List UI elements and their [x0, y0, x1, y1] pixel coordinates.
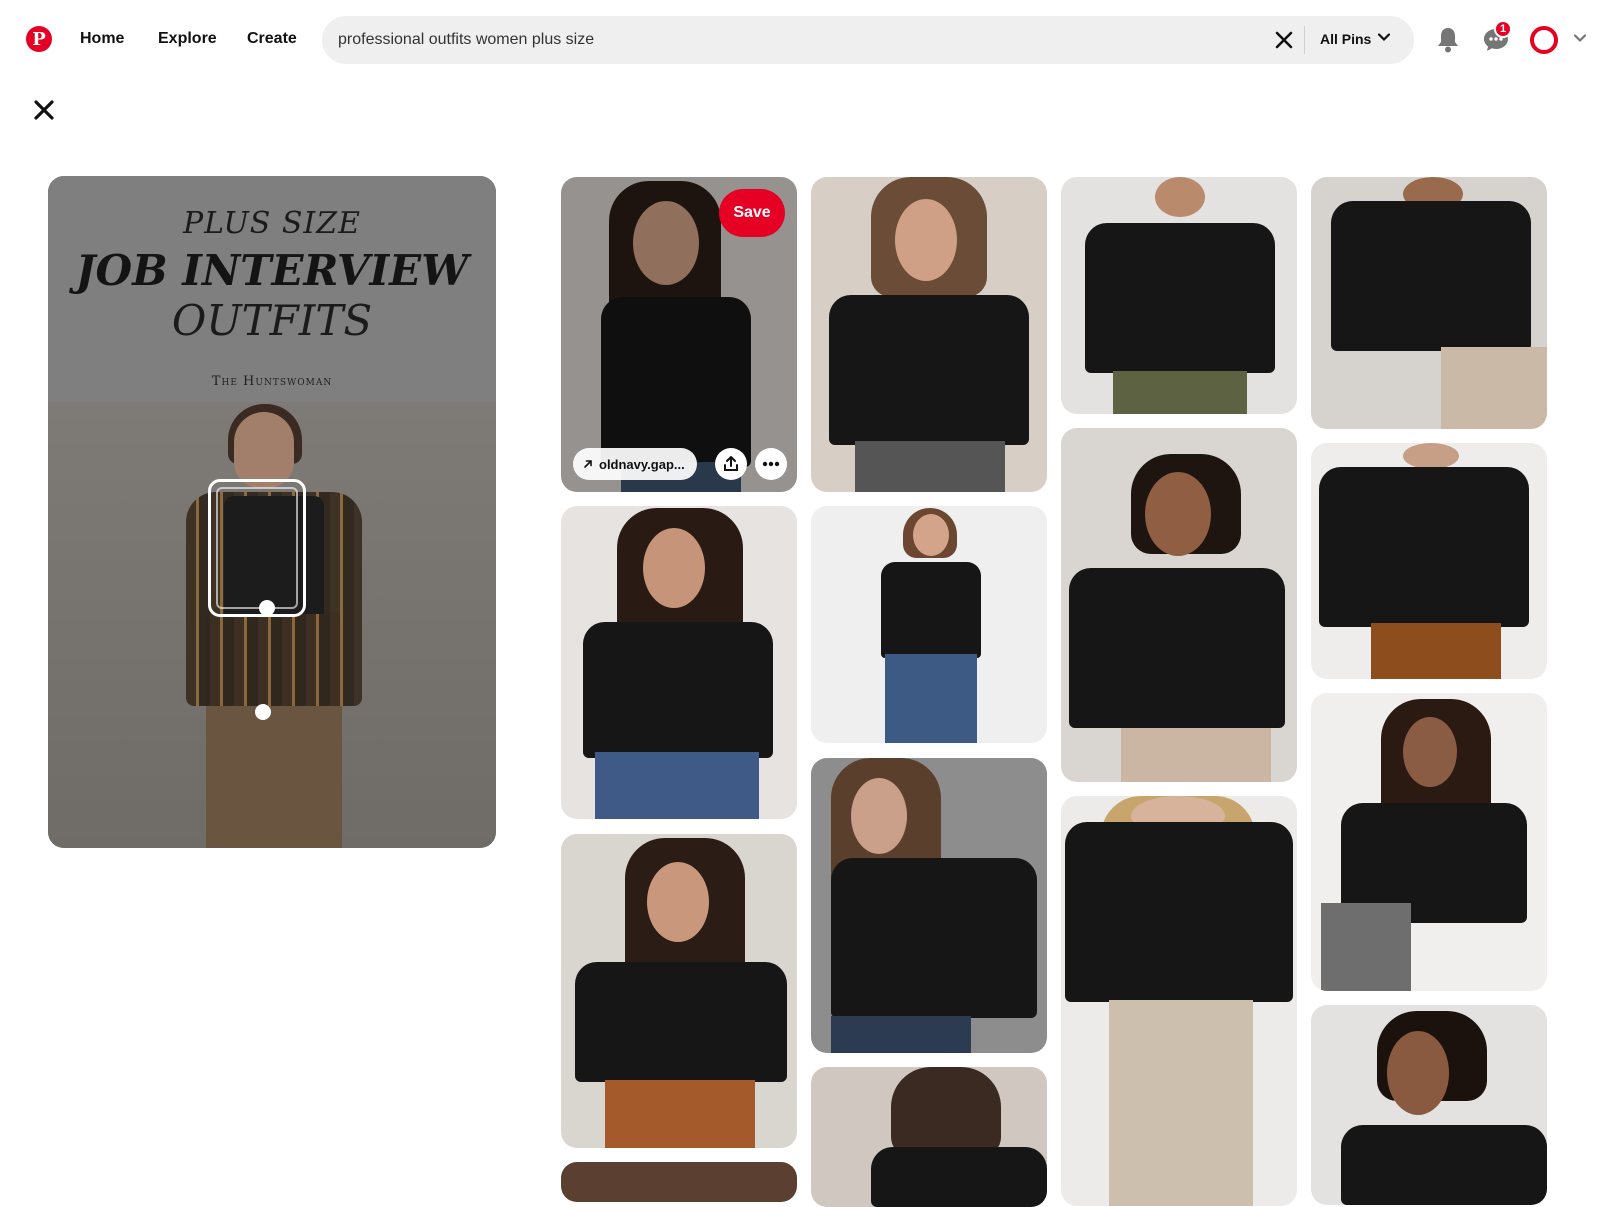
- black-tshirt: [1085, 223, 1275, 373]
- pin-card[interactable]: [1061, 796, 1297, 1206]
- top-nav-bar: P Home Explore Create professional outfi…: [0, 0, 1600, 80]
- model-hair: [891, 1067, 1001, 1157]
- pin-card[interactable]: [811, 758, 1047, 1053]
- bell-icon[interactable]: [1432, 24, 1464, 56]
- model-face: [851, 778, 907, 854]
- model-face: [1145, 472, 1211, 556]
- arrow-up-right-icon: [583, 457, 593, 472]
- olive-pants: [1113, 371, 1247, 414]
- model-neck: [1403, 443, 1459, 469]
- jeans: [831, 1016, 971, 1053]
- pin-title-line-1: PLUS SIZE: [183, 206, 361, 241]
- pin-title-line-3: OUTFITS: [171, 296, 373, 345]
- leather-skirt: [1371, 623, 1501, 679]
- black-tshirt: [1065, 822, 1293, 1002]
- plaid-jacket: [1321, 903, 1411, 991]
- nav-explore-link[interactable]: Explore: [158, 30, 217, 48]
- close-icon[interactable]: [1270, 26, 1298, 54]
- pin-card[interactable]: [811, 1067, 1047, 1207]
- close-icon[interactable]: [30, 96, 58, 124]
- pin-card[interactable]: [1061, 177, 1297, 414]
- black-tshirt: [1069, 568, 1285, 728]
- chevron-down-icon[interactable]: [1572, 30, 1588, 46]
- model-face: [1387, 1031, 1449, 1115]
- black-tshirt: [1341, 1125, 1547, 1205]
- pin-card[interactable]: [1061, 428, 1297, 782]
- pin-card[interactable]: [561, 506, 797, 819]
- jeans: [885, 654, 977, 743]
- beige-pants: [1121, 728, 1271, 782]
- pin-title-line-2: JOB INTERVIEW: [75, 246, 469, 295]
- pin-card[interactable]: [1311, 693, 1547, 991]
- nav-home-link[interactable]: Home: [80, 30, 124, 48]
- pin-card[interactable]: [811, 177, 1047, 492]
- filter-label: All Pins: [1320, 30, 1372, 47]
- black-turtleneck: [1319, 467, 1529, 627]
- model-face: [647, 862, 709, 942]
- grey-trousers: [855, 441, 1005, 492]
- search-input[interactable]: professional outfits women plus size: [338, 31, 594, 49]
- all-pins-filter-dropdown[interactable]: All Pins: [1320, 30, 1391, 47]
- source-link-chip[interactable]: oldnavy.gap...: [573, 448, 697, 480]
- black-turtleneck: [871, 1147, 1047, 1207]
- black-tshirt: [583, 622, 773, 758]
- jeans: [595, 752, 759, 819]
- pin-title-banner: PLUS SIZE JOB INTERVIEW OUTFITS The Hunt…: [48, 176, 496, 402]
- black-tshirt: [829, 295, 1029, 445]
- model-face: [895, 199, 957, 281]
- source-link-label: oldnavy.gap...: [599, 456, 685, 472]
- pin-card[interactable]: [1311, 443, 1547, 679]
- share-icon[interactable]: [715, 448, 747, 480]
- black-turtleneck: [831, 858, 1037, 1018]
- visual-search-crop-box[interactable]: [208, 479, 306, 617]
- pin-card[interactable]: [561, 834, 797, 1148]
- model-face: [1403, 717, 1457, 787]
- pin-card[interactable]: [811, 506, 1047, 743]
- messages-count-badge: 1: [1494, 20, 1512, 38]
- model-face: [234, 412, 294, 488]
- visual-search-hotspot-dot[interactable]: [259, 600, 275, 616]
- pin-card[interactable]: [1311, 1005, 1547, 1205]
- black-tshirt: [1331, 201, 1531, 351]
- search-bar[interactable]: professional outfits women plus size All…: [322, 16, 1414, 64]
- pin-card[interactable]: [561, 1162, 797, 1202]
- pin-card[interactable]: [1311, 177, 1547, 429]
- save-button[interactable]: Save: [719, 189, 785, 237]
- black-tshirt: [881, 562, 981, 658]
- black-tshirt: [575, 962, 787, 1082]
- nav-create-link[interactable]: Create: [247, 30, 297, 48]
- pinterest-logo[interactable]: P: [26, 26, 52, 52]
- beige-trousers: [1109, 1000, 1253, 1206]
- pin-brand-name: The Huntswoman: [211, 374, 333, 389]
- avatar[interactable]: [1530, 26, 1558, 54]
- more-horizontal-icon[interactable]: [755, 448, 787, 480]
- visual-search-hotspot-dot[interactable]: [255, 704, 271, 720]
- chevron-down-icon: [1377, 30, 1391, 47]
- orange-pants: [605, 1080, 755, 1148]
- pin-card[interactable]: Save oldnavy.gap...: [561, 177, 797, 492]
- model-face: [913, 514, 949, 556]
- search-divider: [1304, 26, 1305, 54]
- model-face: [1155, 177, 1205, 217]
- model-face: [643, 528, 705, 608]
- beige-pants: [1441, 347, 1547, 429]
